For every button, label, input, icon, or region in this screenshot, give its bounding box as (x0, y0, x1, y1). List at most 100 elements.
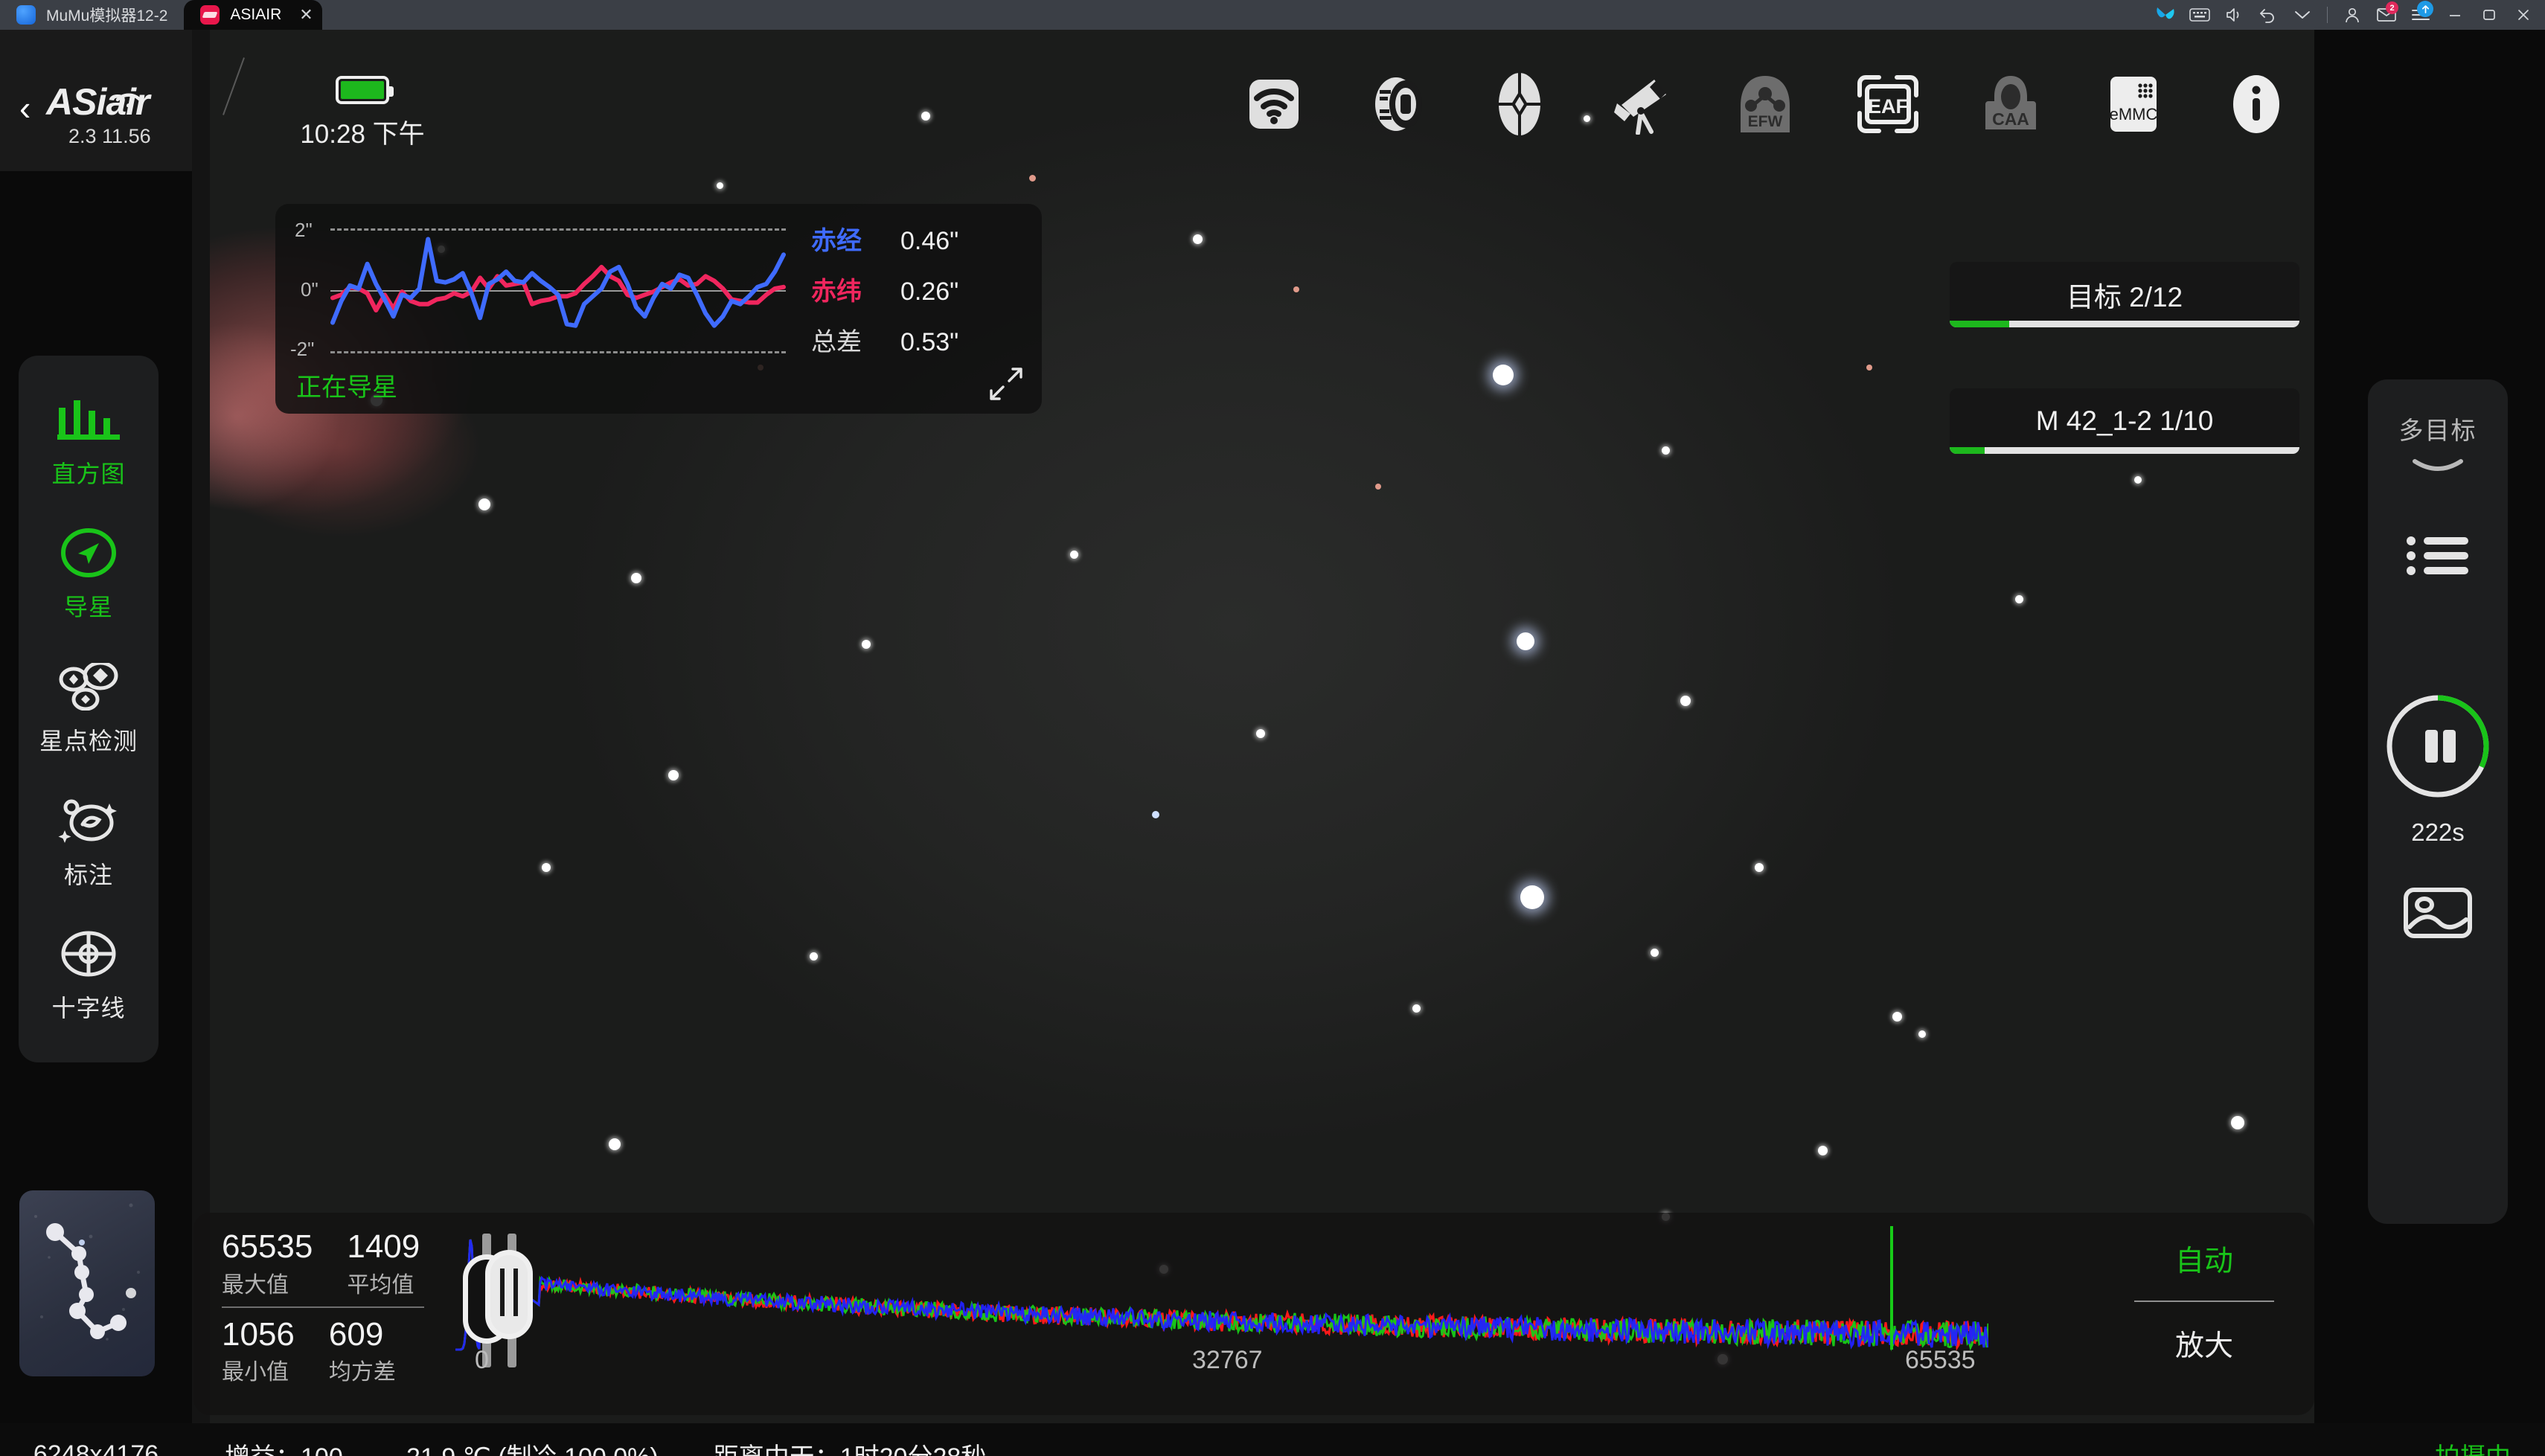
guide-stat-label: 赤经 (811, 227, 862, 255)
menu-icon[interactable] (2404, 0, 2438, 30)
frame-progress-panel[interactable]: M 42_1-2 1/10 (1950, 388, 2299, 454)
wifi-icon[interactable] (1235, 65, 1313, 143)
gain-label: 增益：100 (225, 1437, 343, 1456)
caa-icon[interactable]: CAA (1972, 65, 2049, 143)
star (2015, 595, 2023, 603)
chevron-down-icon[interactable] (2285, 0, 2320, 30)
sidebar-item-star-detect[interactable]: 星点检测 (19, 661, 159, 757)
star (2231, 1116, 2244, 1129)
histogram-actions: 自动 放大 (2130, 1238, 2279, 1364)
star (631, 573, 641, 583)
back-button[interactable]: ‹ (19, 91, 31, 125)
target-progress-panel[interactable]: 目标 2/12 (1950, 262, 2299, 327)
star (1293, 286, 1299, 292)
star (1193, 234, 1203, 244)
histogram-tick: 0 (475, 1346, 489, 1374)
mumu-icon (16, 5, 36, 25)
mail-badge: 2 (2386, 1, 2398, 14)
guide-scope-icon[interactable] (1481, 65, 1558, 143)
satellite-streak (223, 57, 245, 115)
star (1070, 551, 1078, 559)
guide-stat-label: 总差 (811, 328, 862, 356)
minimize-button[interactable] (2438, 0, 2472, 30)
left-tool-sidebar: 直方图 导星 星点检测 标注 十字线 (19, 356, 159, 1062)
temperature-label: -21.9 ℃ (制冷 100.0%) (398, 1437, 659, 1456)
histogram-stat-label: 平均值 (347, 1272, 414, 1298)
list-icon[interactable] (2368, 534, 2508, 577)
tray-divider (2327, 7, 2328, 23)
guide-series-plot (330, 237, 786, 328)
volume-icon[interactable] (2217, 0, 2251, 30)
pause-capture-button[interactable] (2382, 690, 2494, 802)
annotate-galaxy-icon (57, 795, 120, 846)
histogram-chart: 0 32767 65535 (455, 1226, 1988, 1374)
close-button[interactable] (2506, 0, 2541, 30)
close-icon[interactable]: ✕ (299, 7, 313, 23)
sidebar-item-label: 标注 (63, 861, 113, 888)
titlebar-tray: 2 (2148, 0, 2545, 30)
star (1375, 484, 1381, 490)
guide-stats: 赤经 0.46" 赤纬 0.26" 总差 0.53" (811, 220, 1019, 372)
window-tab-asiair[interactable]: ASIAIR ✕ (184, 0, 322, 30)
right-control-sidebar: 多目标 222s (2368, 379, 2508, 1224)
expand-icon[interactable] (990, 368, 1022, 400)
sidebar-item-guide[interactable]: 导星 (19, 527, 159, 623)
histogram-stat-value: 1409 (347, 1228, 420, 1265)
histogram-stat-label: 均方差 (328, 1360, 396, 1385)
histogram-stat-label: 最小值 (222, 1360, 289, 1385)
window-tab-mumu[interactable]: MuMu模拟器12-2 (0, 0, 185, 30)
histogram-stat: 1056 最小值 (222, 1315, 295, 1387)
guide-stat-value: 0.53" (900, 328, 959, 356)
butterfly-icon[interactable] (2148, 0, 2183, 30)
sidebar-item-annotate[interactable]: 标注 (19, 795, 159, 891)
histogram-icon (54, 394, 123, 445)
account-icon[interactable] (2335, 0, 2369, 30)
white-point-knob[interactable] (485, 1250, 533, 1339)
histogram-stat-label: 最大值 (222, 1272, 289, 1298)
guide-stat-value: 0.46" (900, 227, 959, 255)
gallery-icon[interactable] (2368, 885, 2508, 940)
window-tab-label: MuMu模拟器12-2 (46, 7, 168, 25)
sidebar-item-crosshair[interactable]: 十字线 (19, 929, 159, 1024)
histogram-stat-value: 1056 (222, 1315, 295, 1353)
star (1152, 811, 1159, 818)
star (717, 182, 723, 189)
histogram-stat: 1409 平均值 (347, 1229, 420, 1299)
svg-text:CAA: CAA (1992, 109, 2029, 129)
histogram-panel[interactable]: 65535 最大值 1409 平均值 1056 最小值 609 均方差 0 32… (193, 1213, 2314, 1415)
telescope-icon[interactable] (1604, 65, 1681, 143)
eaf-icon[interactable]: EAF (1849, 65, 1927, 143)
star (1918, 1030, 1926, 1038)
info-icon[interactable] (2218, 65, 2295, 143)
chevron-down-icon[interactable] (2368, 457, 2508, 478)
guide-stat-row: 赤纬 0.26" (811, 271, 1019, 307)
star (1866, 365, 1872, 371)
keyboard-icon[interactable] (2183, 0, 2217, 30)
constellation-thumbnail[interactable] (19, 1190, 155, 1376)
star (1493, 365, 1514, 385)
guide-chart: 2" 0" -2" (290, 219, 786, 366)
emmc-icon[interactable]: eMMC (2095, 65, 2172, 143)
star (668, 770, 679, 780)
auto-stretch-button[interactable]: 自动 (2130, 1238, 2279, 1280)
svg-text:EAF: EAF (1868, 95, 1908, 118)
histogram-stats: 65535 最大值 1409 平均值 1056 最小值 609 均方差 (222, 1229, 445, 1386)
guide-graph-panel[interactable]: 2" 0" -2" 赤经 0.46" 赤纬 0.26" 总差 0.53" 正在导… (275, 204, 1042, 414)
star (1029, 175, 1036, 182)
upload-icon[interactable] (2417, 1, 2433, 17)
undo-icon[interactable] (2251, 0, 2285, 30)
exposure-remaining-label: 222s (2411, 818, 2465, 846)
histogram-stat-value: 609 (328, 1315, 384, 1353)
guide-axis-bottom: -2" (290, 338, 315, 360)
header-left-block (0, 30, 192, 171)
sidebar-item-histogram[interactable]: 直方图 (19, 394, 159, 490)
star (1755, 863, 1764, 872)
maximize-button[interactable] (2472, 0, 2506, 30)
svg-text:eMMC: eMMC (2110, 105, 2158, 124)
mail-icon[interactable]: 2 (2369, 0, 2404, 30)
histogram-stats-divider (222, 1306, 424, 1308)
multi-target-label[interactable]: 多目标 (2368, 411, 2508, 446)
filter-wheel-icon[interactable] (1358, 65, 1435, 143)
efw-icon[interactable]: EFW (1726, 65, 1804, 143)
zoom-button[interactable]: 放大 (2130, 1323, 2279, 1364)
